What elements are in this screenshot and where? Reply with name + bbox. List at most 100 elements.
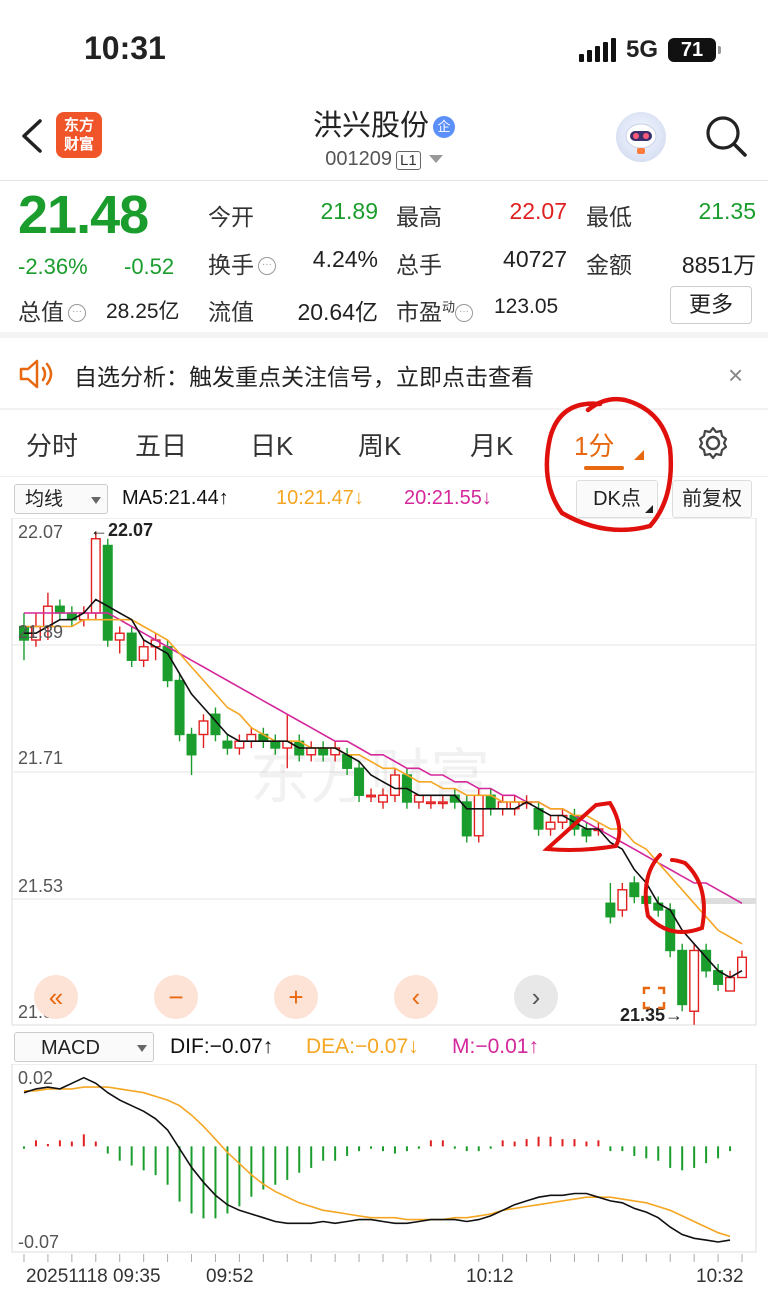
status-icons: 5G 71 [578,36,721,64]
volume-label: 总手 [396,252,442,278]
candle [54,599,65,620]
ma5-value: MA5:21.44↑ [122,487,229,509]
candle [581,822,592,843]
change-percent: -2.36% [18,254,88,279]
open-value: 21.89 [320,198,378,224]
close-icon[interactable]: × [728,360,743,391]
m-value: M:−0.01↑ [452,1035,539,1058]
candle [66,606,77,627]
zoom-out-button[interactable]: − [154,975,198,1019]
candlestick-chart[interactable]: 东方财富 [0,518,768,1030]
dea-value: DEA:−0.07↓ [306,1035,419,1058]
speaker-icon [19,359,53,389]
candle [234,734,245,755]
open-label: 今开 [208,204,254,230]
info-icon[interactable]: ··· [455,304,474,322]
amount-value: 8851万 [681,252,756,278]
candle [617,883,628,917]
annotation-tab-circle [544,396,674,533]
candle [725,970,736,992]
tab-monthly-k[interactable]: 月K [470,426,513,463]
status-time: 10:31 [84,30,166,66]
turnover-label: 换手 ··· [208,246,276,280]
scroll-right-button[interactable]: › [514,975,558,1019]
assistant-robot-icon[interactable] [616,112,666,162]
volume-value: 40727 [503,246,567,272]
candle [557,808,568,829]
time-label: 09:52 [206,1266,254,1287]
network-label: 5G [625,36,658,63]
candle [222,734,233,755]
macd-y-label-bottom: -0.07 [18,1232,60,1252]
ma10-value: 10:21.47↓ [276,487,364,509]
more-button[interactable]: 更多 [670,286,752,324]
pe-label: 市盈动 ··· [396,293,474,327]
turnover-value: 4.24% [312,246,378,272]
float-label: 流值 [208,299,254,325]
macd-select[interactable]: MACD [14,1032,154,1062]
search-icon[interactable] [704,114,748,158]
candle [126,626,137,667]
candle [354,761,365,802]
candle [497,795,508,816]
mktcap-label: 总值 ··· [18,293,86,327]
divider [0,180,768,181]
candle [605,883,616,924]
candle [677,943,688,1012]
tab-intraday[interactable]: 分时 [26,426,78,463]
tab-five-day[interactable]: 五日 [135,426,187,463]
candle [186,727,197,775]
dif-value: DIF:−0.07↑ [170,1035,274,1058]
macd-y-label-top: 0.02 [18,1068,54,1088]
candle [545,815,556,836]
alert-text[interactable]: 自选分析：触发重点关注信号，立即点击查看 [74,358,534,392]
stock-code: 001209 [325,148,393,170]
level-badge: L1 [396,151,421,170]
y-axis-label: 21.53 [18,876,64,896]
candle [198,714,209,748]
adjust-button[interactable]: 前复权 [672,480,752,518]
macd-histogram [22,1134,732,1219]
candle [114,626,125,654]
candle [90,532,101,620]
dropdown-icon [428,155,443,163]
fullscreen-icon[interactable] [640,984,668,1012]
time-label: 10:12 [466,1266,514,1287]
candle [174,673,185,742]
y-axis-label: 21.89 [18,622,64,642]
time-label: 10:32 [696,1266,744,1287]
info-icon[interactable]: ··· [68,304,86,322]
ma-type-select[interactable]: 均线 [14,484,108,514]
candle [473,788,484,843]
y-axis-label: 22.07 [18,522,64,542]
tab-weekly-k[interactable]: 周K [358,426,401,463]
enterprise-badge: 企 [433,116,455,138]
tab-daily-k[interactable]: 日K [250,426,293,463]
scroll-left-button[interactable]: ‹ [394,975,438,1019]
candle [689,943,700,1025]
low-value: 21.35 [698,198,756,224]
y-axis-label: 21.71 [18,748,64,768]
mktcap-value: 28.25亿 [106,300,180,323]
battery-level: 71 [680,38,704,61]
candle [138,640,149,667]
candle [461,795,472,843]
change-amount: -0.52 [124,254,175,279]
info-icon[interactable]: ··· [258,257,276,275]
high-marker: ←22.07 [90,520,154,540]
zoom-in-button[interactable]: + [274,975,318,1019]
battery-icon: 71 [668,38,721,62]
low-label: 最低 [586,204,632,230]
pe-value: 123.05 [494,295,559,318]
settings-gear-icon[interactable] [696,426,730,460]
stock-name: 洪兴股份 [312,110,429,142]
amount-label: 金额 [586,252,632,278]
scroll-left-fast-button[interactable]: « [34,975,78,1019]
ma20-value: 20:21.55↓ [404,487,492,509]
macd-chart[interactable] [0,1064,768,1254]
high-label: 最高 [396,204,442,230]
time-axis-ticks [23,1254,743,1262]
candle [737,950,748,979]
candle [509,795,520,816]
current-price: 21.48 [18,185,149,245]
